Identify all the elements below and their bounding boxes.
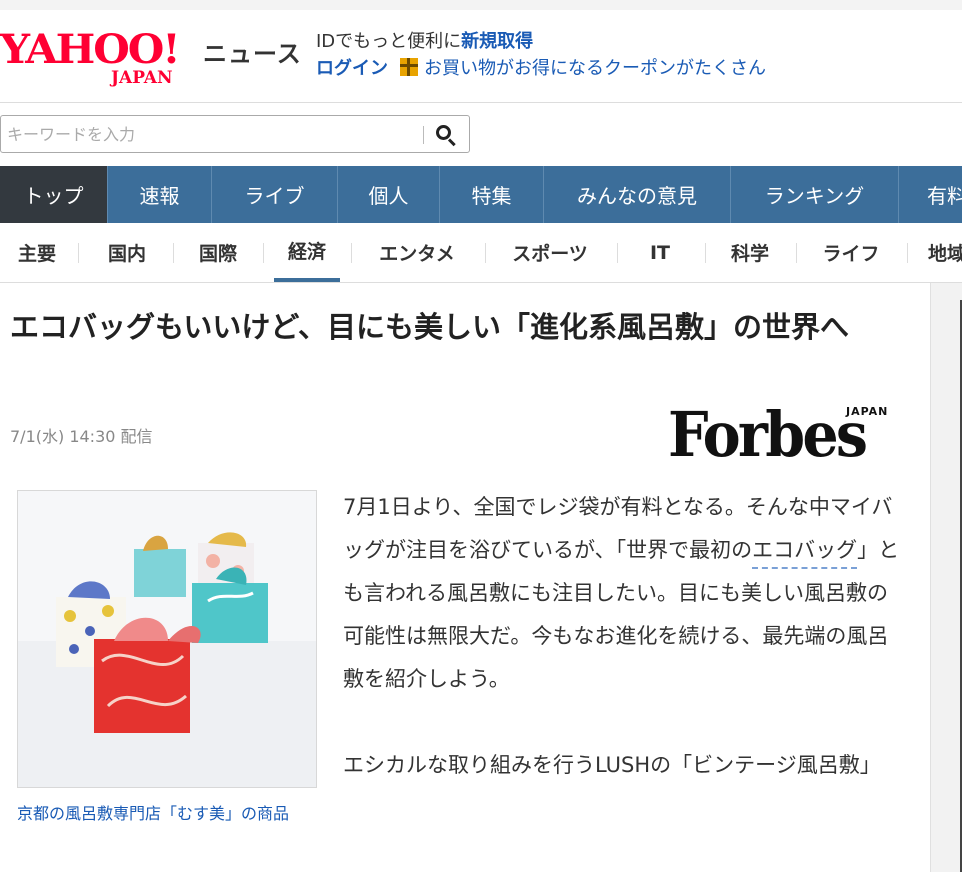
register-link[interactable]: 新規取得 bbox=[461, 31, 533, 52]
search-input[interactable] bbox=[7, 122, 417, 146]
category-tab-sports[interactable]: スポーツ bbox=[490, 223, 610, 282]
browser-top-strip bbox=[0, 0, 962, 10]
yahoo-japan-logo[interactable]: YAHOO! JAPAN bbox=[0, 28, 196, 92]
article-title: エコバッグもいいけど、目にも美しい「進化系風呂敷」の世界へ bbox=[10, 310, 849, 344]
article-paragraph: エシカルな取り組みを行うLUSHの「ビンテージ風呂敷」 bbox=[343, 753, 881, 777]
main-nav-paid[interactable]: 有料 bbox=[899, 166, 962, 223]
category-separator bbox=[705, 243, 706, 263]
article-body: 7月1日より、全国でレジ袋が有料となる。そんな中マイバッグが注目を浴びているが、… bbox=[343, 486, 908, 830]
article-image[interactable] bbox=[17, 490, 317, 788]
id-promo-text: IDでもっと便利に bbox=[316, 31, 462, 52]
category-tab-local[interactable]: 地域 bbox=[928, 223, 962, 282]
search-icon-handle bbox=[447, 138, 456, 147]
search-icon bbox=[436, 125, 451, 140]
forbes-japan-logo[interactable]: Forbes JAPAN bbox=[668, 400, 900, 470]
main-nav: トップ 速報 ライブ 個人 特集 みんなの意見 ランキング 有料 bbox=[0, 166, 962, 223]
category-tab-science[interactable]: 科学 bbox=[710, 223, 790, 282]
main-nav-feature[interactable]: 特集 bbox=[440, 166, 544, 223]
category-tab-domestic[interactable]: 国内 bbox=[86, 223, 168, 282]
main-nav-breaking[interactable]: 速報 bbox=[108, 166, 212, 223]
category-tab-it[interactable]: IT bbox=[622, 223, 698, 282]
search-separator bbox=[423, 126, 424, 144]
login-line: ログイン お買い物がお得になるクーポンがたくさん bbox=[316, 54, 766, 80]
search-box bbox=[0, 115, 470, 153]
category-separator bbox=[351, 243, 352, 263]
main-nav-live[interactable]: ライブ bbox=[212, 166, 338, 223]
image-caption[interactable]: 京都の風呂敷専門店「むす美」の商品 bbox=[17, 800, 317, 827]
coupon-link[interactable]: お買い物がお得になるクーポンがたくさん bbox=[424, 54, 766, 80]
category-separator bbox=[617, 243, 618, 263]
main-nav-individual[interactable]: 個人 bbox=[338, 166, 440, 223]
right-column bbox=[930, 283, 962, 872]
keyword-link-eco-bag[interactable]: エコバッグ bbox=[752, 538, 857, 562]
login-link[interactable]: ログイン bbox=[316, 54, 388, 80]
article-paragraph: 7月1日より、全国でレジ袋が有料となる。そんな中マイバッグが注目を浴びているが、… bbox=[343, 486, 908, 701]
logo-sub-text: JAPAN bbox=[111, 68, 173, 88]
forbes-logo-japan: JAPAN bbox=[846, 405, 889, 418]
furoshiki-photo bbox=[18, 491, 316, 787]
search-button[interactable] bbox=[431, 121, 461, 149]
category-nav: 主要 国内 国際 経済 エンタメ スポーツ IT 科学 ライフ 地域 bbox=[0, 223, 962, 283]
logo-main-text: YAHOO! bbox=[0, 26, 181, 73]
category-separator bbox=[173, 243, 174, 263]
category-tab-major[interactable]: 主要 bbox=[0, 223, 74, 282]
forbes-logo-word: Forbes bbox=[668, 398, 868, 471]
site-header: YAHOO! JAPAN ニュース IDでもっと便利に新規取得 ログイン お買い… bbox=[0, 10, 962, 102]
category-separator bbox=[907, 243, 908, 263]
category-separator bbox=[796, 243, 797, 263]
category-separator bbox=[78, 243, 79, 263]
article-date: 7/1(水) 14:30 配信 bbox=[10, 427, 153, 446]
category-tab-life[interactable]: ライフ bbox=[802, 223, 900, 282]
gift-icon bbox=[400, 58, 418, 76]
header-divider bbox=[0, 102, 962, 103]
main-nav-opinions[interactable]: みんなの意見 bbox=[544, 166, 731, 223]
category-tab-entertainment[interactable]: エンタメ bbox=[356, 223, 478, 282]
category-separator bbox=[263, 243, 264, 263]
category-tab-economy[interactable]: 経済 bbox=[274, 223, 340, 282]
id-promo-line: IDでもっと便利に新規取得 bbox=[316, 27, 533, 53]
category-tab-international[interactable]: 国際 bbox=[178, 223, 258, 282]
news-service-label[interactable]: ニュース bbox=[203, 34, 302, 69]
main-nav-ranking[interactable]: ランキング bbox=[731, 166, 899, 223]
main-nav-top[interactable]: トップ bbox=[0, 166, 108, 223]
category-separator bbox=[485, 243, 486, 263]
